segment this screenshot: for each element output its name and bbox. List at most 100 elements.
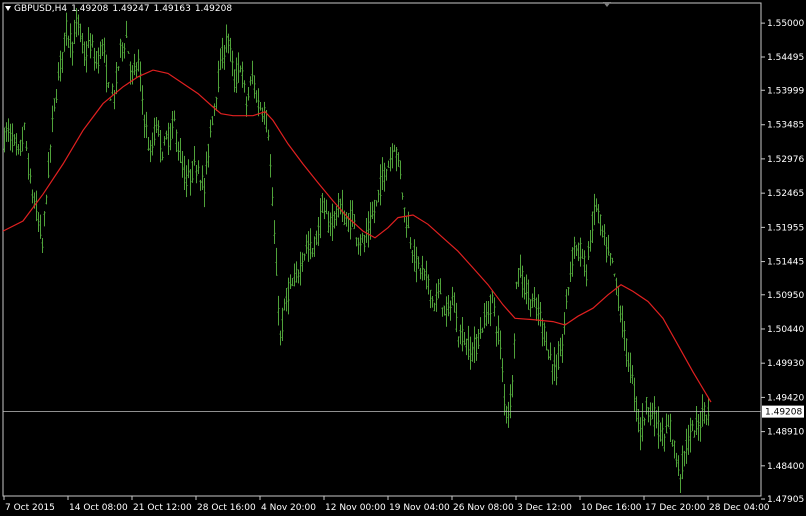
ohlc-bar bbox=[119, 38, 122, 58]
ohlc-bar bbox=[459, 324, 462, 345]
ohlc-bar bbox=[43, 211, 46, 227]
ohlc-bar bbox=[699, 411, 702, 442]
ohlc-bar bbox=[321, 193, 324, 213]
ohlc-bar bbox=[419, 267, 422, 280]
ohlc-bar bbox=[73, 19, 76, 45]
ohlc-bar bbox=[319, 198, 322, 239]
y-tick-label: 1.53485 bbox=[767, 121, 804, 131]
ohlc-bar bbox=[613, 273, 616, 277]
ohlc-bar bbox=[463, 331, 466, 346]
chart-window[interactable]: 1.55000 1.54495 1.53999 1.53485 1.52976 1.524… bbox=[0, 0, 806, 516]
ohlc-bar bbox=[233, 69, 236, 93]
ohlc-bar bbox=[15, 133, 18, 156]
ohlc-bar bbox=[385, 168, 388, 181]
x-tick-label: 21 Oct 12:00 bbox=[133, 503, 192, 513]
ohlc-bar bbox=[527, 279, 530, 310]
ohlc-bar bbox=[455, 302, 458, 333]
ohlc-bar bbox=[85, 41, 88, 73]
ohlc-bar bbox=[275, 247, 278, 276]
ohlc-bar bbox=[31, 189, 34, 204]
y-tick-label: 1.53999 bbox=[767, 86, 804, 96]
ohlc-bar bbox=[591, 211, 594, 243]
ohlc-bar bbox=[291, 278, 294, 287]
ohlc-bar bbox=[347, 213, 350, 233]
ohlc-bar bbox=[337, 192, 340, 218]
ohlc-bar bbox=[21, 126, 24, 152]
ohlc-bar bbox=[209, 119, 212, 138]
ohlc-bar bbox=[165, 130, 168, 140]
y-tick-label: 1.51445 bbox=[767, 258, 804, 268]
ohlc-bar bbox=[19, 139, 22, 156]
ohlc-bar bbox=[11, 123, 14, 153]
y-tick-label: 1.48400 bbox=[767, 462, 804, 472]
ohlc-bar bbox=[227, 33, 230, 54]
ohlc-bar bbox=[101, 39, 104, 56]
ohlc-bar bbox=[61, 51, 64, 73]
ohlc-bar bbox=[407, 211, 410, 229]
ohlc-bar bbox=[317, 216, 320, 246]
ohlc-bar bbox=[457, 336, 460, 348]
ohlc-bar bbox=[117, 66, 120, 71]
ohlc-bar bbox=[69, 23, 72, 58]
ohlc-bar bbox=[229, 37, 232, 62]
ohlc-bar bbox=[493, 297, 496, 317]
ohlc-bar bbox=[383, 162, 386, 192]
chevron-down-icon[interactable] bbox=[5, 5, 11, 11]
ohlc-bar bbox=[329, 212, 332, 237]
ohlc-bar bbox=[135, 62, 138, 78]
ohlc-bar bbox=[163, 136, 166, 146]
ohlc-bar bbox=[151, 132, 154, 156]
ohlc-bar bbox=[425, 260, 428, 290]
ohlc-bar bbox=[221, 37, 224, 69]
ohlc-bar bbox=[345, 211, 348, 227]
ohlc-bar bbox=[393, 144, 396, 152]
ohlc-bar bbox=[107, 82, 110, 88]
ohlc-bar bbox=[421, 255, 424, 281]
ohlc-bar bbox=[303, 253, 306, 261]
ohlc-bar bbox=[649, 402, 652, 426]
ohlc-bar bbox=[609, 253, 612, 266]
ohlc-bar bbox=[121, 42, 124, 62]
ohlc-bar bbox=[475, 334, 478, 361]
x-tick-label: 10 Dec 16:00 bbox=[581, 503, 642, 513]
ohlc-bar bbox=[213, 103, 216, 116]
ohlc-bar bbox=[585, 264, 588, 287]
ohlc-bar bbox=[683, 450, 686, 467]
ohlc-bar bbox=[191, 161, 194, 183]
ohlc-bar bbox=[677, 455, 680, 476]
ohlc-bar bbox=[545, 331, 548, 351]
ohlc-bar bbox=[433, 302, 436, 312]
ohlc-bar bbox=[641, 403, 644, 442]
ohlc-bar bbox=[367, 211, 370, 248]
ohlc-bar bbox=[473, 326, 476, 364]
ohlc-bar bbox=[635, 396, 638, 422]
ohlc-bar bbox=[203, 177, 206, 208]
ohlc-bar bbox=[99, 41, 102, 60]
ohlc-bar bbox=[361, 232, 364, 243]
ohlc-bar bbox=[519, 254, 522, 278]
ohlc-bar bbox=[389, 146, 392, 172]
ohlc-bar bbox=[27, 153, 30, 180]
ohlc-bar bbox=[269, 154, 272, 178]
ohlc-bar bbox=[441, 307, 444, 317]
x-tick-label: 4 Nov 20:00 bbox=[261, 503, 316, 513]
ohlc-bar bbox=[659, 422, 662, 442]
ohlc-bar bbox=[87, 27, 90, 49]
ohlc-bar bbox=[273, 220, 276, 244]
ohlc-bar bbox=[559, 337, 562, 357]
ohlc-bar bbox=[435, 283, 438, 312]
ohlc-bar bbox=[395, 146, 398, 172]
ohlc-bar bbox=[621, 305, 624, 338]
ohlc-bar bbox=[619, 305, 622, 323]
y-tick-label: 1.51955 bbox=[767, 223, 804, 233]
chart-header: GBPUSD,H4 1.49208 1.49247 1.49163 1.49208 bbox=[3, 3, 236, 15]
ohlc-bar bbox=[211, 116, 214, 126]
ohlc-bar bbox=[369, 202, 372, 240]
ohlc-bar bbox=[245, 96, 248, 117]
ohlc-bar bbox=[169, 123, 172, 151]
ohlc-bar bbox=[675, 452, 678, 468]
ohlc-bar bbox=[45, 194, 48, 205]
price-chart[interactable]: 1.55000 1.54495 1.53999 1.53485 1.52976 1.524… bbox=[0, 0, 806, 516]
ohlc-bar bbox=[403, 207, 406, 223]
ohlc-bar bbox=[647, 407, 650, 423]
